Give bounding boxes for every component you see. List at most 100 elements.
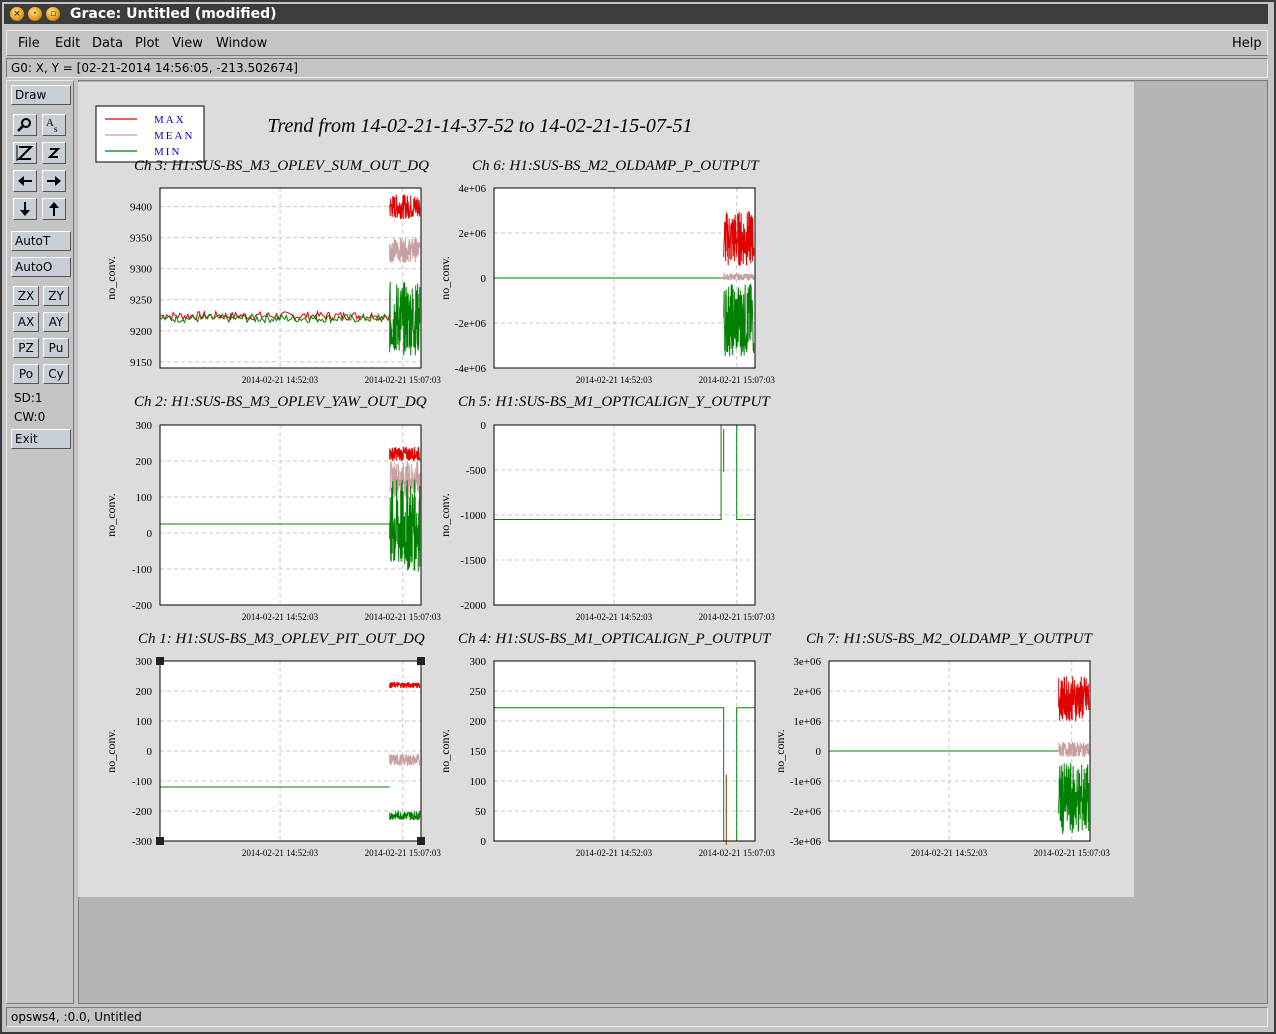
zy-button[interactable]: ZY [43, 286, 69, 306]
y-axis-label: no_conv. [104, 493, 118, 537]
svg-text:s: s [54, 124, 58, 134]
sd-label: SD:1 [14, 391, 43, 405]
title-bar[interactable]: × · ▫ Grace: Untitled (modified) [4, 4, 1268, 24]
y-tick-label: 200 [136, 686, 153, 698]
y-tick-label: -1500 [460, 555, 486, 567]
y-tick-label: 0 [481, 836, 487, 848]
selection-handle[interactable] [417, 837, 425, 845]
y-tick-label: 0 [481, 420, 487, 432]
y-axis-label: no_conv. [438, 729, 452, 773]
ay-button[interactable]: AY [43, 312, 69, 332]
arrow-up-icon[interactable] [42, 198, 66, 220]
x-tick-label: 2014-02-21 15:07:03 [1034, 848, 1111, 858]
zoom-icon[interactable] [13, 114, 37, 136]
panel-title: Ch 1: H1:SUS-BS_M3_OPLEV_PIT_OUT_DQ [138, 631, 425, 647]
selection-handle[interactable] [156, 657, 164, 665]
panel-title: Ch 3: H1:SUS-BS_M3_OPLEV_SUM_OUT_DQ [134, 158, 429, 174]
menu-view[interactable]: View [172, 36, 203, 51]
plot-canvas[interactable]: Trend from 14-02-21-14-37-52 to 14-02-21… [78, 82, 1134, 897]
y-axis-label: no_conv. [104, 256, 118, 300]
y-tick-label: 1e+06 [793, 716, 821, 728]
y-tick-label: -2e+06 [455, 318, 487, 330]
menu-help[interactable]: Help [1232, 36, 1262, 51]
status-bar: opsws4, :0.0, Untitled [6, 1007, 1268, 1027]
y-tick-label: -100 [132, 776, 153, 788]
panel-title: Ch 6: H1:SUS-BS_M2_OLDAMP_P_OUTPUT [472, 158, 760, 174]
tool-panel: Draw As AutoT AutoO ZX ZY AX AY PZ Pu Po… [6, 80, 74, 1004]
chart-title: Trend from 14-02-21-14-37-52 to 14-02-21… [267, 115, 692, 137]
x-tick-label: 2014-02-21 14:52:03 [911, 848, 988, 858]
draw-button[interactable]: Draw [11, 85, 71, 105]
y-tick-label: 300 [136, 420, 153, 432]
zx-button[interactable]: ZX [13, 286, 39, 306]
y-tick-label: -2000 [460, 600, 486, 612]
y-tick-label: 250 [470, 686, 487, 698]
panel-6[interactable]: 300 250 200 150 100 50 0 2014-02-21 14:52:03 201… [438, 631, 775, 858]
menu-data[interactable]: Data [92, 36, 123, 51]
x-tick-label: 2014-02-21 14:52:03 [576, 612, 653, 622]
autoo-button[interactable]: AutoO [11, 257, 71, 277]
ax-button[interactable]: AX [13, 312, 39, 332]
close-window-icon[interactable]: × [10, 7, 24, 21]
exit-button[interactable]: Exit [11, 429, 71, 449]
y-axis-label: no_conv. [438, 493, 452, 537]
panel-1[interactable]: 9400 9350 9300 9250 9200 9150 2014-02-21 14:52… [104, 158, 441, 385]
y-tick-label: 300 [136, 656, 153, 668]
y-tick-label: 9200 [130, 326, 153, 338]
minimize-window-icon[interactable]: · [28, 7, 42, 21]
arrow-left-icon[interactable] [13, 170, 37, 192]
y-tick-label: -200 [132, 806, 153, 818]
plot-area [160, 425, 421, 605]
panel-5[interactable]: 300 200 100 0 -100 -200 -300 2014-02-21 14:52:0… [104, 631, 441, 858]
cy-button[interactable]: Cy [43, 364, 69, 384]
y-tick-label: -4e+06 [455, 363, 487, 375]
selection-handle[interactable] [417, 657, 425, 665]
legend-label-max: MAX [154, 114, 186, 126]
y-axis-label: no_conv. [104, 729, 118, 773]
y-tick-label: 3e+06 [793, 656, 821, 668]
plot-area [494, 425, 755, 605]
panel-title: Ch 2: H1:SUS-BS_M3_OPLEV_YAW_OUT_DQ [134, 394, 427, 410]
plot-area [160, 661, 421, 841]
panel-7[interactable]: 3e+06 2e+06 1e+06 0 -1e+06 -2e+06 -3e+06 2014-0… [773, 631, 1110, 858]
legend-label-mean: MEAN [154, 130, 194, 142]
panel-title: Ch 5: H1:SUS-BS_M1_OPTICALIGN_Y_OUTPUT [458, 394, 771, 410]
y-tick-label: 9400 [130, 202, 153, 214]
x-tick-label: 2014-02-21 15:07:03 [365, 612, 442, 622]
autoscale-z-icon[interactable] [13, 142, 37, 164]
selection-handle[interactable] [156, 837, 164, 845]
x-tick-label: 2014-02-21 15:07:03 [365, 375, 442, 385]
arrow-right-icon[interactable] [42, 170, 66, 192]
x-tick-label: 2014-02-21 14:52:03 [242, 375, 319, 385]
maximize-window-icon[interactable]: ▫ [46, 7, 60, 21]
x-tick-label: 2014-02-21 14:52:03 [576, 375, 653, 385]
x-tick-label: 2014-02-21 15:07:03 [365, 848, 442, 858]
menu-window[interactable]: Window [216, 36, 267, 51]
small-z-icon[interactable] [42, 142, 66, 164]
x-tick-label: 2014-02-21 14:52:03 [576, 848, 653, 858]
panel-3[interactable]: 300 200 100 0 -100 -200 2014-02-21 14:52:03 201… [104, 394, 441, 622]
window-title: Grace: Untitled (modified) [70, 6, 277, 22]
menu-edit[interactable]: Edit [55, 36, 80, 51]
y-tick-label: 9150 [130, 357, 153, 369]
y-tick-label: 300 [470, 656, 487, 668]
y-tick-label: -1e+06 [790, 776, 822, 788]
menu-plot[interactable]: Plot [135, 36, 160, 51]
legend-box: MAX MEAN MIN [95, 105, 205, 163]
pu-button[interactable]: Pu [43, 338, 69, 358]
y-tick-label: 9350 [130, 233, 153, 245]
coordinate-readout: G0: X, Y = [02-21-2014 14:56:05, -213.50… [6, 58, 1268, 78]
text-icon[interactable]: As [42, 114, 66, 136]
menu-file[interactable]: File [18, 36, 40, 51]
autot-button[interactable]: AutoT [11, 231, 71, 251]
panel-2[interactable]: 4e+06 2e+06 0 -2e+06 -4e+06 2014-02-21 14:52:… [438, 158, 775, 385]
y-tick-label: -300 [132, 836, 153, 848]
arrow-down-icon[interactable] [13, 198, 37, 220]
pz-button[interactable]: PZ [13, 338, 39, 358]
po-button[interactable]: Po [13, 364, 39, 384]
y-tick-label: -500 [466, 465, 487, 477]
panel-4[interactable]: 0 -500 -1000 -1500 -2000 2014-02-21 14:52:03 2… [438, 394, 775, 622]
y-tick-label: 0 [147, 528, 153, 540]
x-tick-label: 2014-02-21 15:07:03 [699, 848, 776, 858]
plot-svg[interactable]: Trend from 14-02-21-14-37-52 to 14-02-21… [78, 82, 1134, 897]
